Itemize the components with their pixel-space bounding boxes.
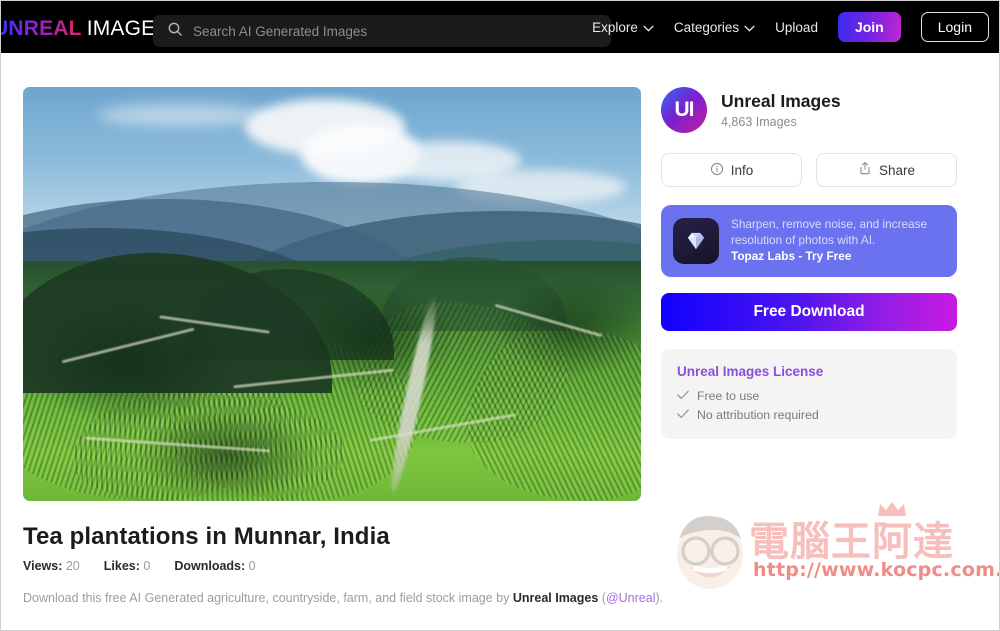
nav-label-upload: Upload [775, 19, 818, 35]
crown-icon [877, 501, 907, 522]
image-stats: Views: 20 Likes: 0 Downloads: 0 [23, 559, 256, 573]
description-suffix: ). [655, 591, 664, 605]
owner-name: Unreal Images [721, 91, 841, 111]
owner-block[interactable]: UI Unreal Images 4,863 Images [661, 87, 957, 133]
free-download-button[interactable]: Free Download [661, 293, 957, 331]
nav-label-categories: Categories [673, 19, 740, 35]
diamond-gem-icon [673, 218, 719, 264]
sponsor-ad-banner[interactable]: Sharpen, remove noise, and increase reso… [661, 205, 957, 277]
check-icon [677, 408, 689, 422]
sponsor-ad-text: Sharpen, remove noise, and increase reso… [731, 217, 945, 266]
share-upload-icon [858, 161, 872, 179]
image-shadow [492, 277, 641, 377]
stat-downloads-value: 0 [248, 559, 256, 573]
site-logo[interactable]: UNREAL IMAGES [1, 17, 170, 41]
site-header: UNREALIMAGES Explore Categories [1, 1, 999, 53]
description-prefix: Download this free AI Generated agricult… [23, 591, 513, 605]
share-button[interactable]: Share [816, 153, 957, 187]
stat-likes-value: 0 [143, 559, 151, 573]
search-icon [167, 21, 183, 42]
image-description: Download this free AI Generated agricult… [23, 591, 663, 605]
ad-line-1: Sharpen, remove noise, and increase [731, 216, 928, 231]
detail-sidebar: UI Unreal Images 4,863 Images Info Share… [661, 87, 957, 439]
image-cloud [97, 103, 268, 126]
stat-likes: Likes: 0 [104, 559, 151, 573]
header-nav: Explore Categories Upload Join Login [592, 1, 989, 53]
login-button[interactable]: Login [920, 12, 989, 42]
nav-item-categories[interactable]: Categories [674, 20, 755, 35]
stat-views: Views: 20 [23, 559, 80, 573]
info-button-label: Info [730, 162, 754, 178]
ad-line-2: resolution of photos with AI. [731, 232, 876, 247]
license-card: Unreal Images License Free to use No att… [661, 349, 957, 439]
avatar[interactable]: UI [661, 87, 707, 133]
description-author: Unreal Images [512, 591, 599, 605]
stat-views-label: Views: [23, 559, 63, 573]
license-item-label: Free to use [697, 389, 760, 403]
join-button[interactable]: Join [837, 12, 901, 42]
chevron-down-icon [744, 20, 755, 35]
nav-label-explore: Explore [592, 19, 638, 35]
owner-text: Unreal Images 4,863 Images [721, 91, 841, 129]
share-button-label: Share [878, 162, 916, 178]
owner-action-buttons: Info Share [661, 153, 957, 187]
site-watermark: 電腦王阿達 http://www.kocpc.com.tw [667, 502, 999, 613]
description-middle: ( [598, 591, 606, 605]
info-button[interactable]: Info [661, 153, 802, 187]
page-root: UNREALIMAGES Explore Categories [0, 0, 1000, 631]
stat-views-value: 20 [65, 559, 80, 573]
license-item-label: No attribution required [697, 408, 819, 422]
license-item: No attribution required [677, 408, 941, 422]
mascot-face-icon [667, 511, 753, 596]
nav-item-upload[interactable]: Upload [775, 20, 818, 35]
nav-item-explore[interactable]: Explore [592, 20, 654, 35]
search-bar[interactable] [153, 15, 611, 47]
license-title[interactable]: Unreal Images License [677, 364, 941, 379]
stat-downloads-label: Downloads: [174, 559, 246, 573]
watermark-chinese-text: 電腦王阿達 [749, 519, 954, 565]
info-circle-icon [710, 162, 724, 179]
stat-downloads: Downloads: 0 [174, 559, 255, 573]
watermark-url-text: http://www.kocpc.com.tw [753, 559, 999, 581]
ad-cta[interactable]: Topaz Labs - Try Free [731, 249, 945, 265]
logo-primary-text: UNREAL [1, 17, 82, 40]
main-image[interactable] [23, 87, 641, 501]
check-icon [677, 389, 689, 403]
page-title: Tea plantations in Munnar, India [23, 523, 390, 550]
search-input[interactable] [193, 23, 597, 39]
stat-likes-label: Likes: [103, 559, 140, 573]
author-handle-link[interactable]: @Unreal [606, 591, 656, 605]
image-shadow [134, 409, 320, 501]
owner-image-count: 4,863 Images [721, 115, 797, 129]
license-item: Free to use [677, 389, 941, 403]
chevron-down-icon [643, 20, 654, 35]
